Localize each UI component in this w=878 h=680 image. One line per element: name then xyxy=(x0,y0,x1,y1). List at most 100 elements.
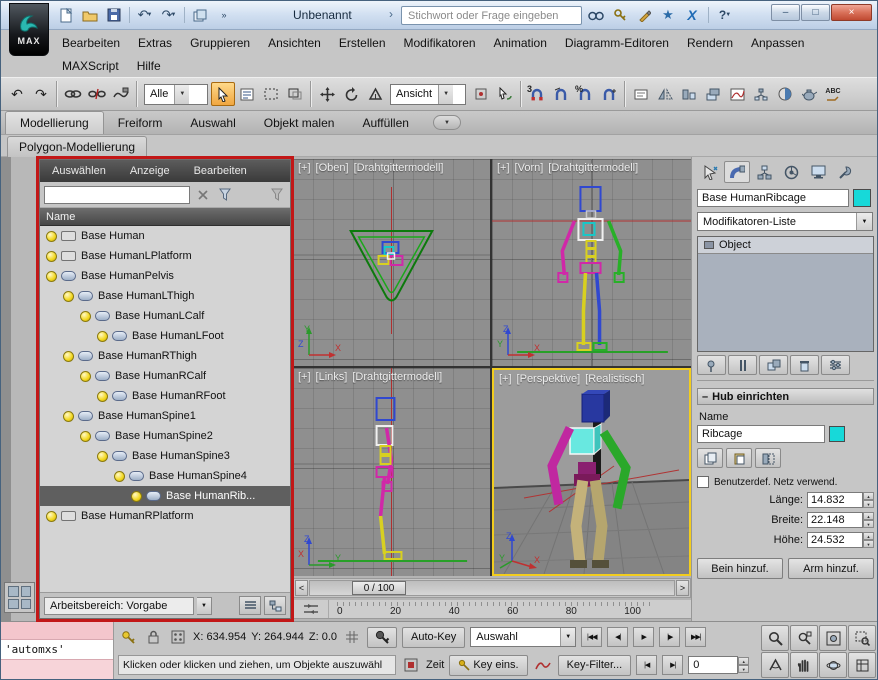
viewport-menu-plus[interactable]: [+] xyxy=(499,373,512,385)
toolbar-overflow-icon[interactable]: » xyxy=(213,5,235,25)
current-frame-field[interactable]: 0 xyxy=(688,656,739,674)
mirror-icon[interactable] xyxy=(653,82,677,106)
frame-spinner[interactable]: ▲ ▼ xyxy=(738,657,750,673)
ribbon-tab-auffuellen[interactable]: Auffüllen xyxy=(348,112,422,134)
use-custom-mesh-checkbox[interactable] xyxy=(697,476,709,488)
ribbon-collapse-icon[interactable]: ▼ xyxy=(432,115,461,130)
maximize-viewport-icon[interactable] xyxy=(848,652,876,678)
menu-modifikatoren[interactable]: Modifikatoren xyxy=(395,32,485,54)
modify-tab-icon[interactable] xyxy=(724,161,750,183)
zoom-extents-icon[interactable] xyxy=(819,625,847,651)
make-unique-icon[interactable] xyxy=(759,355,788,375)
tree-item[interactable]: Base HumanLThigh xyxy=(40,286,290,306)
viewport-view-menu[interactable]: [Vorn] xyxy=(515,162,544,174)
visibility-bulb-icon[interactable] xyxy=(80,430,91,442)
key-insert-button[interactable]: Key eins. xyxy=(449,654,528,676)
viewport-perspective-active[interactable]: [+] [Perspektive] [Realistisch] Z X Y xyxy=(492,368,691,576)
height-field[interactable]: 24.532 xyxy=(807,532,863,548)
viewport-view-menu[interactable]: [Links] xyxy=(316,371,348,383)
tree-item[interactable]: Base Human xyxy=(40,226,290,246)
keyboard-shortcut-key-icon[interactable] xyxy=(118,627,138,647)
pin-stack-icon[interactable] xyxy=(697,355,726,375)
height-spinner[interactable]: ▲ ▼ xyxy=(863,532,874,548)
clear-search-icon[interactable] xyxy=(194,186,212,204)
filter-edit-icon[interactable] xyxy=(216,186,234,204)
new-scene-icon[interactable] xyxy=(55,5,77,25)
angle-snap-icon[interactable] xyxy=(549,82,573,106)
add-arm-button[interactable]: Arm hinzuf. xyxy=(788,558,874,579)
visibility-bulb-icon[interactable] xyxy=(80,370,91,382)
visibility-bulb-icon[interactable] xyxy=(114,470,125,482)
dropdown-arrow-icon[interactable]: ▼ xyxy=(856,213,872,230)
undo-dropdown-icon[interactable]: ▼ xyxy=(146,12,152,18)
zoom-all-icon[interactable] xyxy=(790,625,818,651)
workspace-dropdown-arrow-icon[interactable]: ▼ xyxy=(197,596,212,615)
maximize-button[interactable]: □ xyxy=(801,4,830,21)
curve-editor-icon[interactable] xyxy=(725,82,749,106)
undo-scene-icon[interactable]: ↶ xyxy=(5,82,29,106)
paste-mirrored-icon[interactable] xyxy=(755,448,781,468)
max-application-button[interactable]: MAX xyxy=(9,3,49,56)
viewport-menu-plus[interactable]: [+] xyxy=(298,162,311,174)
viewport-layout-button[interactable] xyxy=(4,582,35,613)
redo-icon[interactable]: ↷ ▼ xyxy=(158,5,180,25)
filter-lock-icon[interactable] xyxy=(268,186,286,204)
configure-modifier-sets-icon[interactable] xyxy=(821,355,850,375)
visibility-bulb-icon[interactable] xyxy=(46,230,57,242)
hub-name-field[interactable]: Ribcage xyxy=(697,425,825,443)
coordinate-x[interactable]: X: 634.954 xyxy=(193,631,246,643)
select-and-link-icon[interactable] xyxy=(61,82,85,106)
selection-region-icon[interactable] xyxy=(259,82,283,106)
use-pivot-center-icon[interactable] xyxy=(469,82,493,106)
next-key-button[interactable]: ▶| xyxy=(662,655,684,675)
select-and-move-icon[interactable] xyxy=(315,82,339,106)
exchange-apps-icon[interactable]: X xyxy=(682,5,702,25)
favorites-star-icon[interactable]: ★ xyxy=(658,5,678,25)
create-tab-icon[interactable] xyxy=(697,161,723,183)
paste-icon[interactable] xyxy=(726,448,752,468)
orbit-icon[interactable] xyxy=(819,652,847,678)
tree-item[interactable]: Base HumanSpine2 xyxy=(40,426,290,446)
percent-snap-icon[interactable]: % xyxy=(573,82,597,106)
hierarchy-tab-icon[interactable] xyxy=(751,161,777,183)
macro-recorder-line[interactable] xyxy=(1,622,113,640)
menu-ansichten[interactable]: Ansichten xyxy=(259,32,330,54)
viewport-left[interactable]: [+] [Links] [Drahtgittermodell] Z Y X xyxy=(293,368,490,576)
name-column-header[interactable]: Name xyxy=(40,208,290,226)
tree-item[interactable]: Base HumanPelvis xyxy=(40,266,290,286)
tree-item[interactable]: Base HumanSpine3 xyxy=(40,446,290,466)
select-and-manipulate-icon[interactable] xyxy=(493,82,517,106)
curve-wave-icon[interactable] xyxy=(533,655,553,675)
previous-key-button[interactable]: |◀ xyxy=(636,655,658,675)
sx-menu-bearbeiten[interactable]: Bearbeiten xyxy=(182,165,259,177)
titlebar[interactable]: ↶ ▼ ↷ ▼ » Unbenannt › Stichwort oder Frage… xyxy=(1,1,877,30)
undo-icon[interactable]: ↶ ▼ xyxy=(134,5,156,25)
ribbon-tab-auswahl[interactable]: Auswahl xyxy=(176,112,249,134)
visibility-bulb-icon[interactable] xyxy=(46,250,57,262)
zoom-region-icon[interactable] xyxy=(848,625,876,651)
tree-item[interactable]: Base HumanSpine1 xyxy=(40,406,290,426)
reference-coordinate-dropdown[interactable]: Ansicht ▼ xyxy=(390,83,466,105)
width-spinner[interactable]: ▲ ▼ xyxy=(863,512,874,528)
add-leg-button[interactable]: Bein hinzuf. xyxy=(697,558,783,579)
rename-abc-icon[interactable]: ABC xyxy=(821,82,845,106)
coordinate-y[interactable]: Y: 264.944 xyxy=(251,631,304,643)
motion-tab-icon[interactable] xyxy=(778,161,804,183)
subscription-key-icon[interactable] xyxy=(610,5,630,25)
next-frame-button[interactable]: |▶ xyxy=(659,627,681,647)
ribbon-tab-freiform[interactable]: Freiform xyxy=(104,112,177,134)
time-slider-track[interactable]: 0 / 100 xyxy=(309,580,675,596)
material-editor-icon[interactable] xyxy=(773,82,797,106)
zoom-icon[interactable] xyxy=(761,625,789,651)
help-icon[interactable]: ? ▼ xyxy=(715,5,735,25)
viewport-view-menu[interactable]: [Oben] xyxy=(316,162,349,174)
selection-lock-icon[interactable] xyxy=(143,627,163,647)
explorer-search-input[interactable] xyxy=(44,185,190,204)
utilities-tab-icon[interactable] xyxy=(832,161,858,183)
length-field[interactable]: 14.832 xyxy=(807,492,863,508)
sx-menu-anzeige[interactable]: Anzeige xyxy=(118,165,182,177)
viewport-menu-plus[interactable]: [+] xyxy=(298,371,311,383)
grid-snap-status-icon[interactable] xyxy=(342,627,362,647)
schematic-view-icon[interactable] xyxy=(749,82,773,106)
show-end-result-icon[interactable] xyxy=(728,355,757,375)
